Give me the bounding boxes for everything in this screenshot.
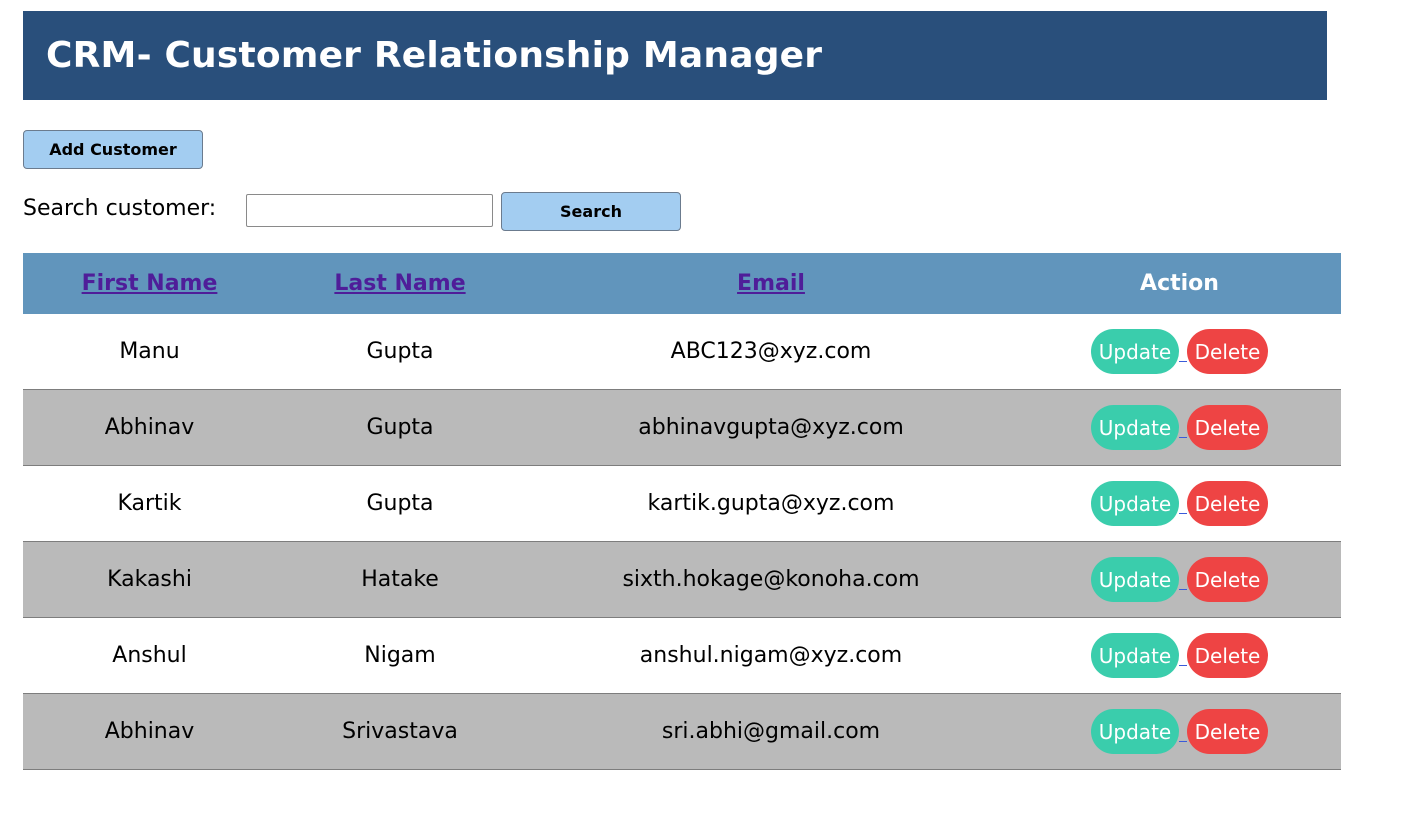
update-button[interactable]: Update <box>1091 709 1179 754</box>
search-input[interactable] <box>246 194 493 227</box>
cell-first-name: Kakashi <box>23 541 276 618</box>
add-customer-button[interactable]: Add Customer <box>23 130 203 169</box>
cell-actions: Update Delete <box>1018 465 1341 542</box>
table-row: Abhinav Gupta abhinavgupta@xyz.com Updat… <box>23 389 1341 466</box>
sort-email-link[interactable]: Email <box>737 271 805 296</box>
column-header-email: Email <box>524 253 1018 314</box>
update-button[interactable]: Update <box>1091 405 1179 450</box>
delete-button[interactable]: Delete <box>1187 405 1268 450</box>
link-separator <box>1179 359 1187 362</box>
link-separator <box>1179 739 1187 742</box>
delete-button[interactable]: Delete <box>1187 709 1268 754</box>
cell-last-name: Gupta <box>276 465 524 542</box>
table-row: Abhinav Srivastava sri.abhi@gmail.com Up… <box>23 693 1341 770</box>
update-button[interactable]: Update <box>1091 633 1179 678</box>
search-label: Search customer: <box>23 196 217 221</box>
delete-button[interactable]: Delete <box>1187 633 1268 678</box>
table-header-row: First Name Last Name Email Action <box>23 253 1341 314</box>
update-button[interactable]: Update <box>1091 481 1179 526</box>
cell-last-name: Nigam <box>276 617 524 694</box>
column-header-first-name: First Name <box>23 253 276 314</box>
link-separator <box>1179 511 1187 514</box>
sort-first-name-link[interactable]: First Name <box>82 271 218 296</box>
cell-email: sixth.hokage@konoha.com <box>524 541 1018 618</box>
delete-button[interactable]: Delete <box>1187 329 1268 374</box>
delete-button[interactable]: Delete <box>1187 557 1268 602</box>
customer-table: First Name Last Name Email Action Manu G… <box>23 253 1341 770</box>
cell-last-name: Srivastava <box>276 693 524 770</box>
cell-first-name: Abhinav <box>23 693 276 770</box>
cell-email: sri.abhi@gmail.com <box>524 693 1018 770</box>
cell-last-name: Gupta <box>276 389 524 466</box>
table-row: Kakashi Hatake sixth.hokage@konoha.com U… <box>23 541 1341 618</box>
cell-first-name: Manu <box>23 314 276 390</box>
cell-actions: Update Delete <box>1018 314 1341 390</box>
cell-actions: Update Delete <box>1018 693 1341 770</box>
page-title: CRM- Customer Relationship Manager <box>46 35 823 76</box>
cell-email: abhinavgupta@xyz.com <box>524 389 1018 466</box>
cell-first-name: Kartik <box>23 465 276 542</box>
cell-email: kartik.gupta@xyz.com <box>524 465 1018 542</box>
cell-first-name: Abhinav <box>23 389 276 466</box>
delete-button[interactable]: Delete <box>1187 481 1268 526</box>
link-separator <box>1179 663 1187 666</box>
table-row: Manu Gupta ABC123@xyz.com Update Delete <box>23 314 1341 390</box>
link-separator <box>1179 435 1187 438</box>
update-button[interactable]: Update <box>1091 329 1179 374</box>
cell-actions: Update Delete <box>1018 541 1341 618</box>
table-row: Kartik Gupta kartik.gupta@xyz.com Update… <box>23 465 1341 542</box>
cell-first-name: Anshul <box>23 617 276 694</box>
sort-last-name-link[interactable]: Last Name <box>334 271 465 296</box>
update-button[interactable]: Update <box>1091 557 1179 602</box>
app-header: CRM- Customer Relationship Manager <box>23 11 1327 100</box>
column-header-action: Action <box>1018 253 1341 314</box>
cell-email: ABC123@xyz.com <box>524 314 1018 390</box>
cell-last-name: Hatake <box>276 541 524 618</box>
cell-actions: Update Delete <box>1018 389 1341 466</box>
cell-actions: Update Delete <box>1018 617 1341 694</box>
table-row: Anshul Nigam anshul.nigam@xyz.com Update… <box>23 617 1341 694</box>
search-button[interactable]: Search <box>501 192 681 231</box>
link-separator <box>1179 587 1187 590</box>
column-header-last-name: Last Name <box>276 253 524 314</box>
cell-last-name: Gupta <box>276 314 524 390</box>
cell-email: anshul.nigam@xyz.com <box>524 617 1018 694</box>
